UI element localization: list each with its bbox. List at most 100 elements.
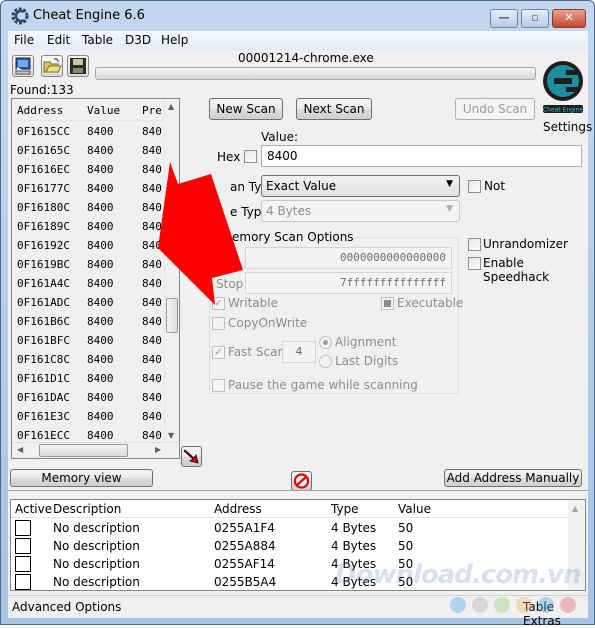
menu-help[interactable]: Help — [161, 33, 188, 47]
result-row[interactable]: 0F161D1C 8400 840 — [12, 370, 167, 389]
results-scroll-thumb[interactable] — [166, 298, 178, 333]
result-value: 8400 — [87, 410, 114, 423]
result-row[interactable]: 0F1615CC 8400 840 — [12, 123, 167, 142]
maximize-button[interactable]: ▫ — [521, 9, 549, 28]
alignment-radio[interactable] — [319, 336, 332, 349]
result-row[interactable]: 0F16180C 8400 840 — [12, 199, 167, 218]
value-input[interactable]: 8400 — [261, 145, 582, 167]
scroll-left-icon[interactable]: ◀ — [17, 445, 23, 454]
window-title: Cheat Engine 6.6 — [33, 8, 145, 23]
process-name: 00001214-chrome.exe — [238, 51, 374, 65]
result-address: 0F1619BC — [17, 258, 70, 271]
memory-view-button[interactable]: Memory view — [10, 469, 153, 487]
results-list[interactable]: Address Value Pre 0F1615CC 8400 840 0F16165… — [11, 98, 180, 459]
fast-scan-alignment-input[interactable]: 4 — [282, 341, 316, 363]
entry-description: No description — [53, 521, 140, 535]
unrandomizer-checkbox[interactable] — [468, 238, 481, 251]
result-row[interactable]: 0F16189C 8400 840 — [12, 218, 167, 237]
title-bar[interactable]: Cheat Engine 6.6 — ▫ ✕ — [1, 1, 594, 31]
open-file-button[interactable] — [41, 55, 63, 77]
advanced-options-button[interactable]: Advanced Options — [12, 600, 121, 614]
value-type-select[interactable]: 4 Bytes ▼ — [261, 200, 460, 222]
save-button[interactable] — [67, 55, 89, 77]
menu-file[interactable]: File — [14, 33, 34, 47]
table-extras-button[interactable]: Table Extras — [523, 600, 588, 628]
column-active[interactable]: Active — [15, 502, 52, 516]
unrandomizer-label: Unrandomizer — [483, 237, 568, 251]
copyonwrite-checkbox[interactable] — [212, 317, 225, 330]
active-checkbox[interactable] — [15, 574, 31, 590]
cheat-engine-logo[interactable]: Cheat Engine — [540, 56, 586, 118]
open-process-button[interactable] — [12, 55, 34, 77]
undo-scan-button[interactable]: Undo Scan — [455, 98, 535, 120]
result-row[interactable]: 0F16177C 8400 840 — [12, 180, 167, 199]
stop-address-input[interactable]: 7fffffffffffffff — [245, 272, 452, 294]
result-row[interactable]: 0F161DAC 8400 840 — [12, 389, 167, 408]
result-value: 8400 — [87, 258, 114, 271]
stop-button[interactable] — [291, 471, 312, 491]
column-previous[interactable]: Pre — [142, 104, 162, 117]
not-checkbox[interactable] — [468, 180, 481, 193]
scan-type-select[interactable]: Exact Value ▼ — [261, 175, 460, 197]
close-icon: ✕ — [564, 11, 574, 24]
results-horizontal-scrollbar[interactable]: ◀ ▶ — [12, 442, 179, 458]
scroll-down-icon[interactable]: ▼ — [168, 431, 174, 440]
column-address[interactable]: Address — [17, 104, 63, 117]
active-checkbox[interactable] — [15, 520, 31, 536]
result-row[interactable]: 0F1616EC 8400 840 — [12, 161, 167, 180]
next-scan-button[interactable]: Next Scan — [296, 98, 372, 120]
pause-game-checkbox[interactable] — [212, 379, 225, 392]
menu-d3d[interactable]: D3D — [125, 33, 151, 47]
scroll-up-icon[interactable]: ▲ — [168, 102, 174, 111]
result-address: 0F161ADC — [17, 296, 70, 309]
alignment-label: Alignment — [335, 335, 397, 349]
entry-type: 4 Bytes — [331, 521, 377, 535]
new-scan-button[interactable]: New Scan — [209, 98, 283, 120]
column-address[interactable]: Address — [214, 502, 262, 516]
writable-checkbox[interactable]: ✓ — [212, 297, 225, 310]
executable-checkbox[interactable] — [381, 297, 394, 310]
column-description[interactable]: Description — [53, 502, 121, 516]
hex-checkbox[interactable] — [244, 150, 257, 163]
result-address: 0F161E3C — [17, 410, 70, 423]
chevron-down-icon: ▼ — [446, 179, 453, 189]
speedhack-checkbox[interactable] — [468, 257, 481, 270]
result-row[interactable]: 0F161ADC 8400 840 — [12, 294, 167, 313]
column-value[interactable]: Value — [87, 104, 120, 117]
result-row[interactable]: 0F161B6C 8400 840 — [12, 313, 167, 332]
result-row[interactable]: 0F16192C 8400 840 — [12, 237, 167, 256]
address-table-row[interactable]: No description 0255A1F4 4 Bytes 50 — [11, 519, 569, 537]
column-type[interactable]: Type — [331, 502, 359, 516]
fast-scan-checkbox[interactable]: ✓ — [212, 346, 225, 359]
entry-description: No description — [53, 557, 140, 571]
close-button[interactable]: ✕ — [552, 9, 586, 28]
column-value[interactable]: Value — [398, 502, 431, 516]
results-vertical-scrollbar[interactable]: ▲ ▼ — [164, 99, 179, 442]
result-row[interactable]: 0F161A4C 8400 840 — [12, 275, 167, 294]
pause-game-label: Pause the game while scanning — [228, 378, 418, 392]
scroll-right-icon[interactable]: ▶ — [155, 445, 161, 454]
results-hscroll-thumb[interactable] — [39, 444, 128, 457]
panel-splitter[interactable] — [8, 490, 588, 494]
add-selected-to-list-button[interactable] — [181, 446, 202, 467]
result-row[interactable]: 0F16165C 8400 840 — [12, 142, 167, 161]
scroll-up-icon[interactable]: ▲ — [572, 504, 578, 513]
no-entry-icon — [293, 473, 310, 489]
last-digits-radio[interactable] — [319, 355, 332, 368]
start-address-input[interactable]: 0000000000000000 — [245, 247, 452, 269]
result-row[interactable]: 0F161BFC 8400 840 — [12, 332, 167, 351]
settings-label[interactable]: Settings — [543, 120, 592, 134]
result-previous: 840 — [142, 220, 162, 233]
result-row[interactable]: 0F161C8C 8400 840 — [12, 351, 167, 370]
active-checkbox[interactable] — [15, 556, 31, 572]
address-table-row[interactable]: No description 0255A884 4 Bytes 50 — [11, 537, 569, 555]
menu-edit[interactable]: Edit — [47, 33, 70, 47]
add-address-manually-button[interactable]: Add Address Manually — [444, 469, 582, 487]
menu-table[interactable]: Table — [82, 33, 113, 47]
result-row[interactable]: 0F1619BC 8400 840 — [12, 256, 167, 275]
active-checkbox[interactable] — [15, 538, 31, 554]
minimize-button[interactable]: — — [490, 9, 518, 28]
result-row[interactable]: 0F161E3C 8400 840 — [12, 408, 167, 427]
result-previous: 840 — [142, 372, 162, 385]
hex-label: Hex — [217, 150, 241, 164]
